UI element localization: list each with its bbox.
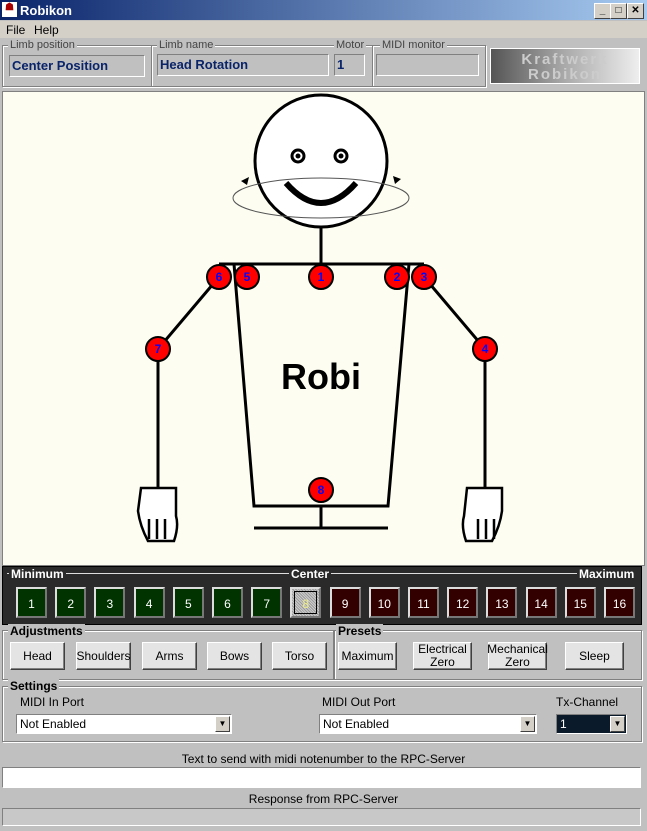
position-key-1[interactable]: 1	[16, 587, 47, 618]
robot-right-arm	[422, 276, 487, 488]
maximum-button[interactable]: Maximum	[338, 642, 397, 670]
chevron-down-icon[interactable]: ▼	[520, 716, 535, 732]
midi-out-select[interactable]: Not Enabled ▼	[319, 714, 537, 734]
bows-button[interactable]: Bows	[207, 642, 262, 670]
joint-label: 4	[482, 342, 489, 356]
robot-canvas: Robi 1 2 3 4 5 6 7 8	[2, 91, 645, 566]
tx-channel-value: 1	[560, 717, 567, 731]
presets-label: Presets	[336, 624, 384, 638]
chevron-down-icon[interactable]: ▼	[215, 716, 230, 732]
position-key-7[interactable]: 7	[251, 587, 283, 618]
adjustments-label: Adjustments	[8, 624, 85, 638]
sleep-button[interactable]: Sleep	[565, 642, 624, 670]
limb-position-label: Limb position	[8, 39, 77, 51]
robot-diagram: Robi 1 2 3 4 5 6 7 8	[136, 93, 504, 543]
position-keyboard: Minimum Center Maximum 1 2 3 4 5 6 7 8 9 10 11 12 13…	[2, 566, 642, 625]
joint-8[interactable]: 8	[308, 477, 334, 503]
joint-3[interactable]: 3	[411, 264, 437, 290]
arms-button[interactable]: Arms	[142, 642, 197, 670]
position-key-14[interactable]: 14	[525, 587, 557, 618]
maximum-label: Maximum	[577, 567, 637, 581]
limb-name-field: Head Rotation	[157, 54, 329, 76]
electrical-zero-button[interactable]: Electrical Zero	[413, 642, 472, 670]
joint-5[interactable]: 5	[234, 264, 260, 290]
joint-label: 3	[421, 270, 428, 284]
position-key-2[interactable]: 2	[55, 587, 87, 618]
midi-out-label: MIDI Out Port	[322, 695, 396, 709]
joint-2[interactable]: 2	[384, 264, 410, 290]
joint-1[interactable]: 1	[308, 264, 334, 290]
position-key-16[interactable]: 16	[604, 587, 635, 618]
menu-help[interactable]: Help	[34, 23, 59, 37]
menu-file[interactable]: File	[6, 23, 25, 37]
position-key-8[interactable]: 8	[290, 587, 322, 618]
rpc-text-label: Text to send with midi notenumber to the…	[181, 752, 466, 766]
close-button[interactable]: ✕	[627, 3, 644, 19]
joint-6[interactable]: 6	[206, 264, 232, 290]
position-key-12[interactable]: 12	[447, 587, 479, 618]
joint-label: 8	[318, 483, 325, 497]
motor-field: 1	[334, 54, 365, 76]
joint-label: 1	[318, 270, 325, 284]
tx-channel-select[interactable]: 1 ▼	[556, 714, 627, 734]
joint-label: 2	[394, 270, 401, 284]
tx-channel-label: Tx-Channel	[556, 695, 619, 709]
position-key-13[interactable]: 13	[486, 587, 518, 618]
kraftwerk-logo: Kraftwerk Robikon	[490, 48, 640, 84]
joint-7[interactable]: 7	[145, 336, 171, 362]
position-key-9[interactable]: 9	[329, 587, 361, 618]
menu-bar: File Help	[0, 21, 647, 38]
limb-name-label: Limb name	[157, 39, 216, 51]
robot-left-arm	[156, 276, 221, 488]
rpc-text-input[interactable]	[2, 767, 641, 788]
minimum-label: Minimum	[9, 567, 66, 581]
joint-label: 7	[155, 342, 162, 356]
position-key-10[interactable]: 10	[368, 587, 400, 618]
app-icon: ☗	[2, 2, 17, 17]
maximize-button[interactable]: □	[610, 3, 627, 19]
chevron-down-icon[interactable]: ▼	[610, 716, 625, 732]
midi-in-select[interactable]: Not Enabled ▼	[16, 714, 232, 734]
limb-position-field: Center Position	[9, 55, 145, 77]
shoulders-button[interactable]: Shoulders	[76, 642, 131, 670]
joint-label: 6	[216, 270, 223, 284]
midi-monitor-field	[376, 54, 479, 76]
title-bar: ☗ Robikon _ □ ✕	[0, 0, 647, 20]
robot-head	[253, 93, 389, 229]
motor-label: Motor	[334, 39, 367, 51]
center-label: Center	[289, 567, 332, 581]
position-key-6[interactable]: 6	[212, 587, 243, 618]
midi-out-value: Not Enabled	[323, 717, 390, 731]
position-key-3[interactable]: 3	[94, 587, 126, 618]
rpc-response-label: Response from RPC-Server	[248, 792, 399, 806]
midi-monitor-label: MIDI monitor	[380, 39, 447, 51]
robot-label: Robi	[281, 356, 361, 397]
window-title: Robikon	[20, 3, 72, 18]
position-key-15[interactable]: 15	[564, 587, 596, 618]
midi-in-label: MIDI In Port	[20, 695, 85, 709]
joint-label: 5	[244, 270, 251, 284]
head-button[interactable]: Head	[10, 642, 65, 670]
midi-in-value: Not Enabled	[20, 717, 87, 731]
torso-button[interactable]: Torso	[272, 642, 327, 670]
position-key-5[interactable]: 5	[172, 587, 204, 618]
position-key-11[interactable]: 11	[408, 587, 439, 618]
mechanical-zero-button[interactable]: Mechanical Zero	[487, 642, 548, 670]
position-key-4[interactable]: 4	[133, 587, 165, 618]
settings-label: Settings	[8, 679, 60, 693]
joint-4[interactable]: 4	[472, 336, 498, 362]
minimize-button[interactable]: _	[594, 3, 611, 19]
rpc-response-field	[2, 808, 641, 826]
